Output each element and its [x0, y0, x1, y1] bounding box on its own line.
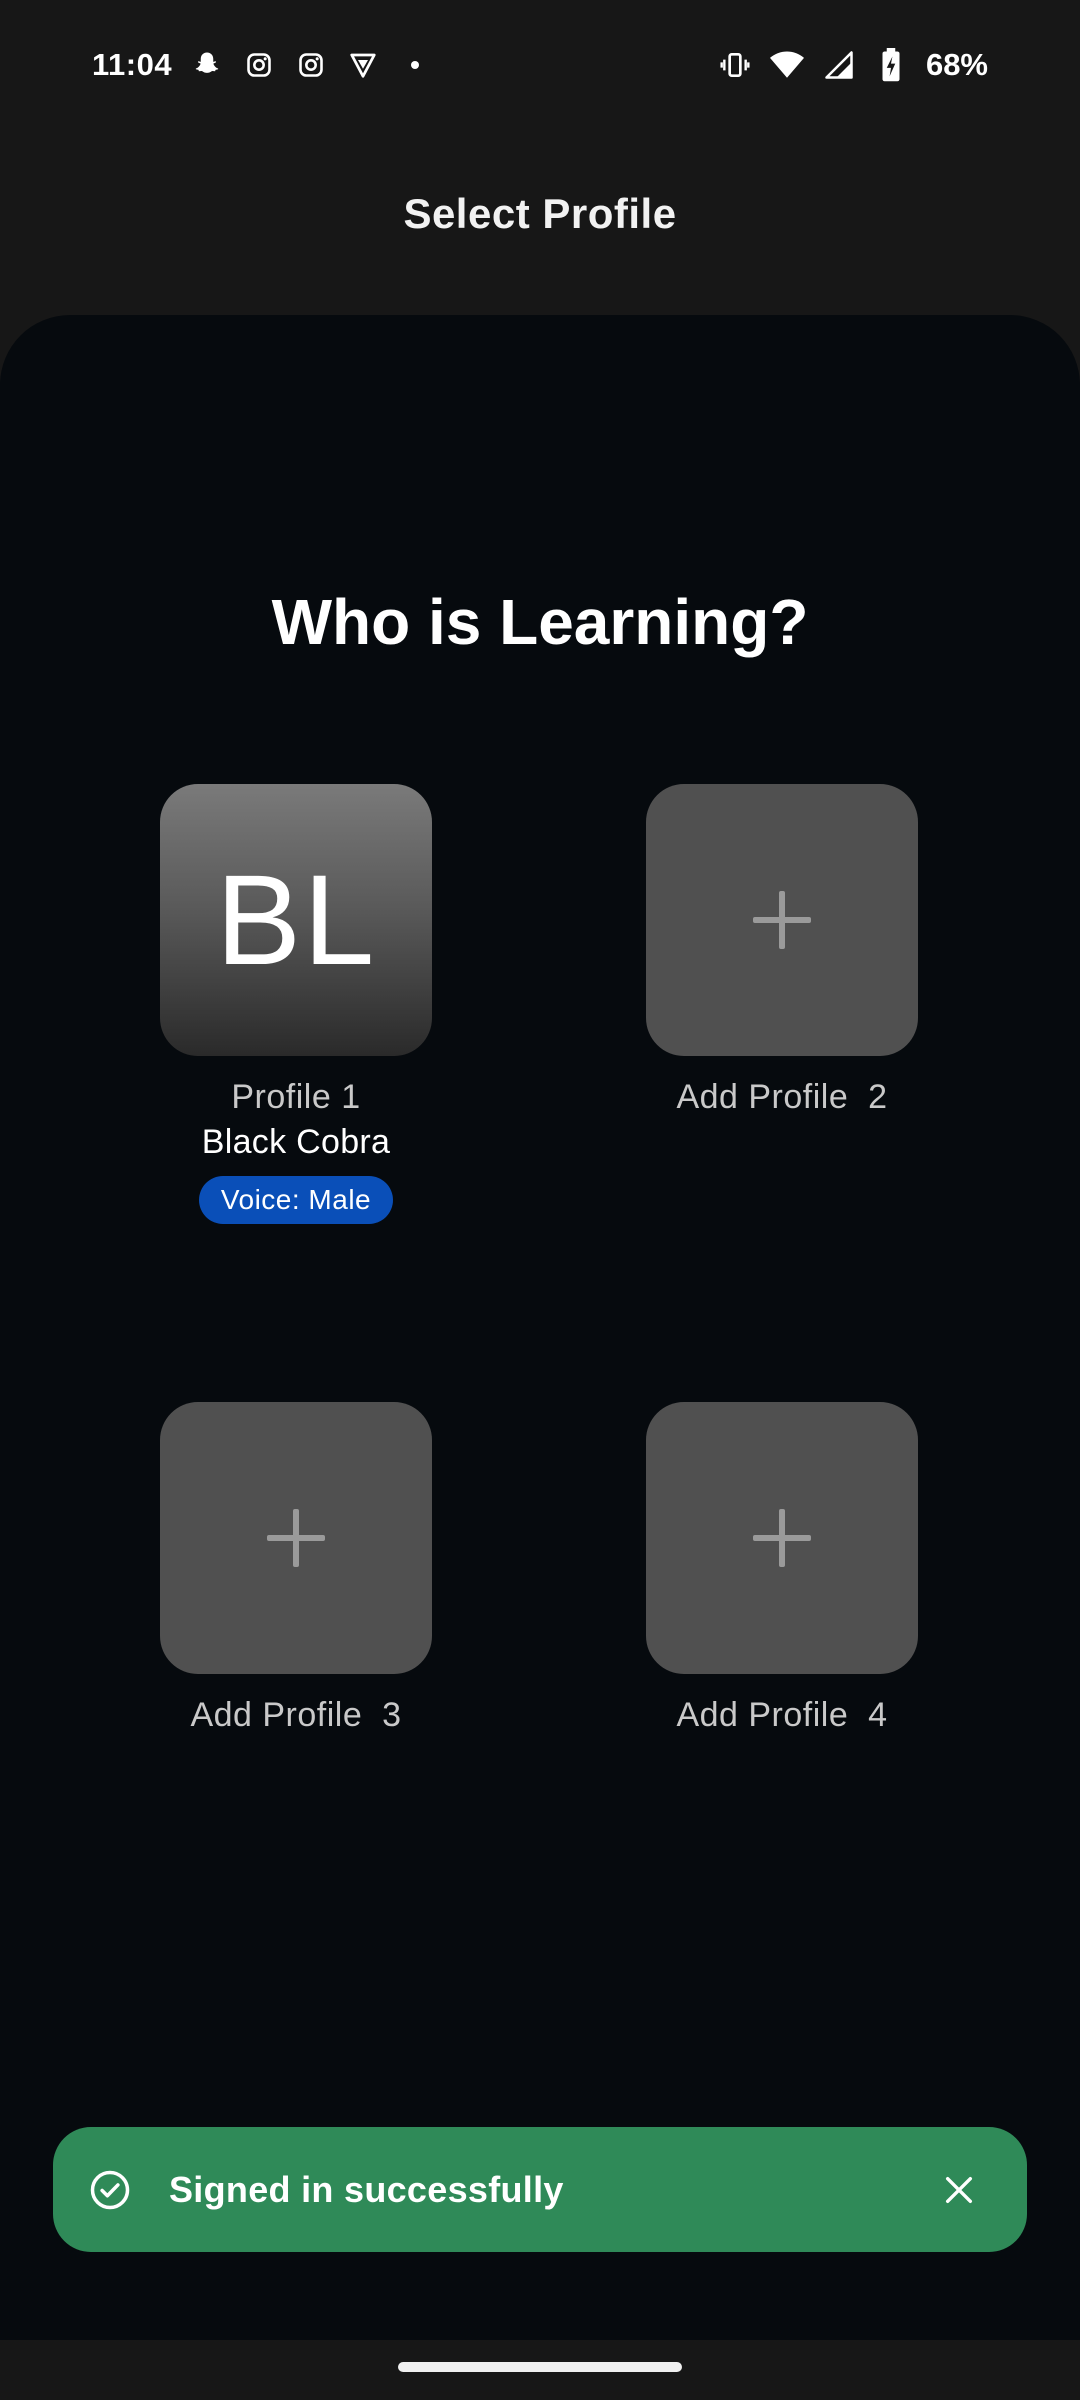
snackbar-message: Signed in successfully	[169, 2168, 564, 2210]
wifi-icon	[769, 48, 804, 82]
vpn-icon	[346, 48, 380, 82]
plus-icon	[267, 1509, 325, 1567]
check-circle-icon	[89, 2169, 131, 2211]
who-is-learning-heading: Who is Learning?	[271, 586, 809, 658]
plus-icon	[753, 1509, 811, 1567]
profile-name: Black Cobra	[201, 1123, 391, 1161]
add-profile-label: Add Profile 3	[190, 1696, 402, 1734]
screen: 11:04 68% Select Profile Who is Learning…	[0, 0, 1080, 2400]
status-left: 11:04	[92, 47, 432, 83]
page-title: Select Profile	[403, 190, 677, 237]
status-time: 11:04	[92, 47, 173, 82]
add-profile-button[interactable]	[646, 784, 918, 1056]
add-profile-button[interactable]	[160, 1402, 432, 1674]
signal-icon	[822, 48, 856, 82]
dot-icon	[398, 48, 432, 82]
avatar-initials: BL	[215, 848, 377, 992]
voice-badge: Voice: Male	[198, 1176, 394, 1224]
snapchat-icon	[190, 48, 224, 82]
vibrate-icon	[718, 48, 752, 82]
close-icon[interactable]	[931, 2162, 987, 2218]
battery-charging-icon	[874, 48, 908, 82]
add-profile-card-4[interactable]: Add Profile 4	[582, 1402, 982, 1735]
instagram-icon	[242, 48, 276, 82]
add-profile-card-2[interactable]: Add Profile 2	[582, 784, 982, 1117]
add-profile-card-3[interactable]: Add Profile 3	[96, 1402, 496, 1735]
profile-avatar[interactable]: BL	[160, 784, 432, 1056]
snackbar: Signed in successfully	[53, 2127, 1027, 2252]
profile-card-1[interactable]: BL Profile 1 Black Cobra Voice: Male	[96, 784, 496, 1224]
status-bar: 11:04 68%	[0, 0, 1080, 130]
add-profile-label: Add Profile 2	[676, 1078, 888, 1116]
profile-label: Profile 1	[231, 1078, 361, 1116]
instagram-icon	[294, 48, 328, 82]
battery-percentage: 68%	[925, 47, 988, 82]
status-right: 68%	[718, 47, 988, 83]
add-profile-label: Add Profile 4	[676, 1696, 888, 1734]
home-indicator[interactable]	[398, 2362, 682, 2372]
add-profile-button[interactable]	[646, 1402, 918, 1674]
plus-icon	[753, 891, 811, 949]
